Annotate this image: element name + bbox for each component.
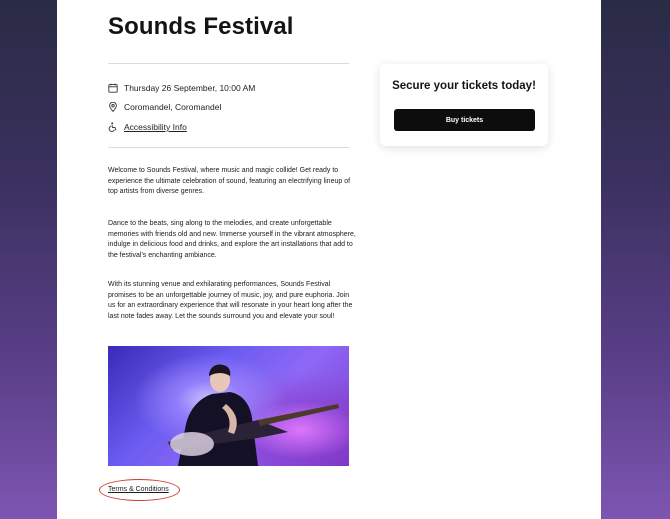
wheelchair-icon — [108, 122, 117, 132]
accessibility-info-link[interactable]: Accessibility Info — [124, 122, 187, 132]
event-location-row: Coromandel, Coromandel — [108, 102, 221, 112]
divider — [108, 147, 349, 148]
buy-tickets-button[interactable]: Buy tickets — [394, 109, 535, 131]
ticket-card-heading: Secure your tickets today! — [392, 80, 536, 92]
calendar-icon — [108, 83, 118, 93]
ticket-card: Secure your tickets today! Buy tickets — [380, 64, 548, 146]
page-title: Sounds Festival — [108, 13, 294, 40]
event-datetime: Thursday 26 September, 10:00 AM — [124, 83, 256, 93]
event-location: Coromandel, Coromandel — [124, 102, 222, 112]
map-pin-icon — [109, 102, 117, 112]
description-paragraph: Dance to the beats, sing along to the me… — [108, 220, 356, 259]
accessibility-row: Accessibility Info — [108, 122, 187, 132]
description-paragraph: Welcome to Sounds Festival, where music … — [108, 167, 351, 196]
description-paragraph: With its stunning venue and exhilarating… — [108, 281, 353, 320]
event-datetime-row: Thursday 26 September, 10:00 AM — [108, 83, 255, 93]
divider — [108, 63, 349, 64]
event-photo — [108, 346, 349, 466]
guitarist-illustration — [168, 364, 339, 466]
terms-conditions-link[interactable]: Terms & Conditions — [108, 486, 169, 493]
